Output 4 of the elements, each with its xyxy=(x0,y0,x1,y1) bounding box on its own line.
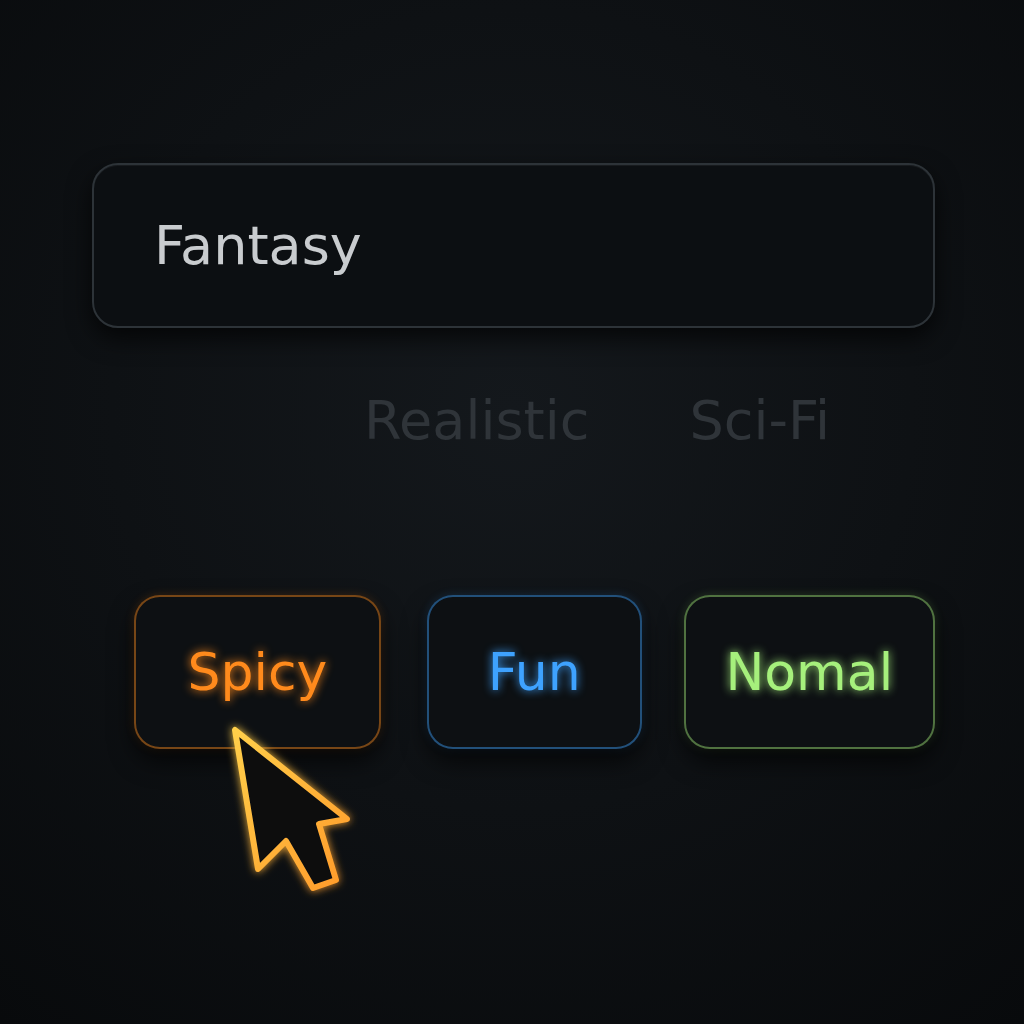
text-field[interactable]: Fantasy xyxy=(92,163,935,328)
tag-button[interactable]: Nomal xyxy=(683,595,935,749)
tag-button[interactable]: Spicy xyxy=(134,595,381,749)
tag-button[interactable]: Fun xyxy=(426,595,642,749)
